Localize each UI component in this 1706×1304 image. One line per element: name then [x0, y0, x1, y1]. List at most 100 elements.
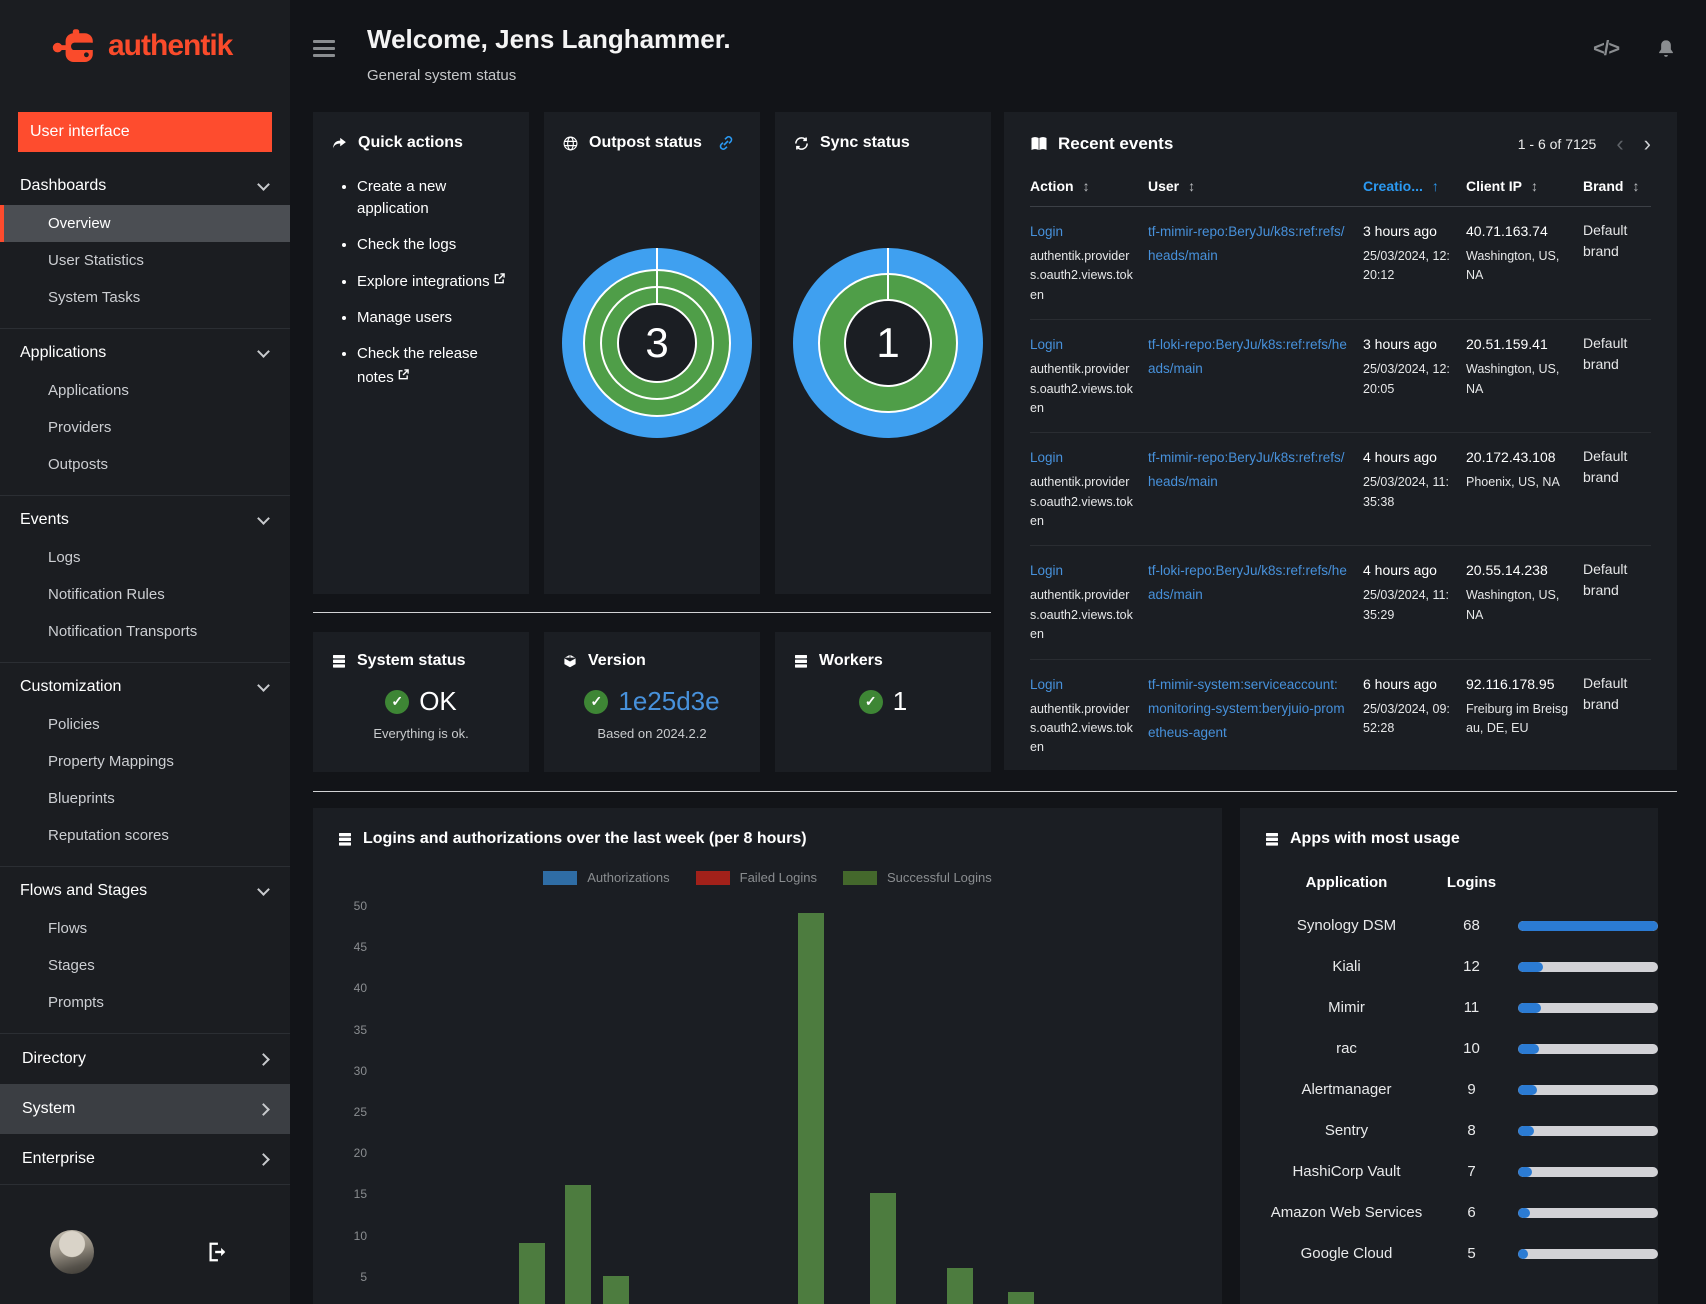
column-header-creation[interactable]: Creatio... ↑	[1363, 178, 1466, 194]
sidebar-section-applications[interactable]: Applications	[0, 329, 290, 372]
quick-action-release-notes[interactable]: Check the release notes	[357, 345, 478, 386]
app-login-count: 68	[1463, 917, 1480, 934]
sidebar-section-customization[interactable]: Customization	[0, 663, 290, 706]
sidebar-item-system-tasks[interactable]: System Tasks	[0, 279, 290, 316]
avatar[interactable]	[50, 1230, 94, 1274]
pagination-prev-icon[interactable]: ‹	[1616, 133, 1623, 155]
sidebar-section-dashboards[interactable]: Dashboards	[0, 162, 290, 205]
chart-bar-successful-logins	[797, 913, 824, 1304]
workers-card: Workers ✓ 1	[775, 632, 991, 772]
event-row: Login authentik.providers.oauth2.views.to…	[1030, 320, 1651, 434]
quick-actions-list: Create a new application Check the logs …	[341, 176, 511, 388]
apps-column-logins: Logins	[1446, 874, 1497, 891]
top-bar: Welcome, Jens Langhammer. General system…	[313, 0, 1677, 112]
sidebar-item-user-statistics[interactable]: User Statistics	[0, 242, 290, 279]
y-axis-tick-label: 35	[353, 1022, 367, 1037]
pagination-next-icon[interactable]: ›	[1644, 133, 1651, 155]
outpost-status-donut: 3	[562, 248, 752, 438]
event-action-link[interactable]: Login	[1030, 450, 1063, 465]
sidebar-section-events[interactable]: Events	[0, 496, 290, 539]
sidebar-item-applications[interactable]: Applications	[0, 372, 290, 409]
pagination-range: 1 - 6 of 7125	[1517, 136, 1597, 152]
quick-actions-title: Quick actions	[358, 134, 463, 151]
logins-chart-card: Logins and authorizations over the last …	[313, 808, 1222, 1304]
system-status-value: OK	[419, 686, 457, 716]
sidebar-item-stages[interactable]: Stages	[0, 947, 290, 984]
nav-group-applications: Applications Applications Providers Outp…	[0, 328, 290, 495]
sidebar-item-prompts[interactable]: Prompts	[0, 984, 290, 1021]
event-action-link[interactable]: Login	[1030, 677, 1063, 692]
sidebar-item-property-mappings[interactable]: Property Mappings	[0, 743, 290, 780]
sidebar-section-directory[interactable]: Directory	[0, 1034, 290, 1084]
y-axis-tick-label: 45	[353, 940, 367, 955]
quick-action-check-logs[interactable]: Check the logs	[357, 236, 456, 253]
sidebar-item-overview[interactable]: Overview	[0, 205, 290, 242]
recent-events-title: Recent events	[1058, 134, 1174, 153]
nav-group-enterprise: Enterprise	[0, 1134, 290, 1185]
sidebar-item-logs[interactable]: Logs	[0, 539, 290, 576]
app-name: rac	[1336, 1040, 1357, 1057]
sidebar-item-notification-rules[interactable]: Notification Rules	[0, 576, 290, 613]
event-user-link[interactable]: tf-loki-repo:BeryJu/k8s:ref:refs/heads/m…	[1148, 337, 1347, 376]
app-usage-bar	[1518, 1248, 1658, 1259]
sidebar-section-system[interactable]: System	[0, 1084, 290, 1134]
app-usage-bar	[1518, 1084, 1658, 1095]
sidebar-item-blueprints[interactable]: Blueprints	[0, 780, 290, 817]
y-axis-tick-label: 15	[353, 1187, 367, 1202]
sidebar-section-enterprise[interactable]: Enterprise	[0, 1134, 290, 1184]
user-interface-button[interactable]: User interface	[18, 112, 272, 152]
event-user-link[interactable]: tf-mimir-system:serviceaccount:monitorin…	[1148, 677, 1345, 740]
check-circle-icon: ✓	[385, 689, 410, 714]
recent-events-card: Recent events 1 - 6 of 7125 ‹ › Action ↕ …	[1004, 112, 1677, 770]
column-header-action[interactable]: Action ↕	[1030, 178, 1148, 194]
sidebar-item-flows[interactable]: Flows	[0, 910, 290, 947]
sidebar-item-outposts[interactable]: Outposts	[0, 446, 290, 483]
notifications-bell-icon[interactable]	[1655, 38, 1677, 60]
outpost-icon	[563, 136, 578, 150]
quick-action-explore-integrations[interactable]: Explore integrations	[357, 273, 490, 290]
event-action-link[interactable]: Login	[1030, 224, 1063, 239]
app-name: Synology DSM	[1296, 917, 1397, 934]
y-axis-tick-label: 30	[353, 1063, 367, 1078]
apps-usage-table: Application Logins Synology DSM 68 Kiali…	[1264, 874, 1658, 1274]
event-user-link[interactable]: tf-mimir-repo:BeryJu/k8s:ref:refs/heads/…	[1148, 224, 1345, 263]
column-header-client-ip[interactable]: Client IP ↕	[1466, 178, 1583, 194]
api-code-icon[interactable]: </>	[1593, 38, 1620, 61]
sidebar-nav: Dashboards Overview User Statistics Syst…	[0, 162, 290, 1185]
link-icon[interactable]	[718, 135, 734, 151]
event-action-link[interactable]: Login	[1030, 563, 1063, 578]
column-header-user[interactable]: User ↕	[1148, 178, 1363, 194]
event-action-link[interactable]: Login	[1030, 337, 1063, 352]
logout-icon[interactable]	[206, 1241, 228, 1263]
event-user-link[interactable]: tf-loki-repo:BeryJu/k8s:ref:refs/heads/m…	[1148, 563, 1347, 602]
event-user-link[interactable]: tf-mimir-repo:BeryJu/k8s:ref:refs/heads/…	[1148, 450, 1345, 489]
app-name: Alertmanager	[1301, 1081, 1392, 1098]
sidebar-item-policies[interactable]: Policies	[0, 706, 290, 743]
system-status-title: System status	[357, 652, 466, 669]
column-header-brand[interactable]: Brand ↕	[1583, 178, 1651, 194]
event-row: Login authentik.providers.oauth2.views.to…	[1030, 546, 1651, 660]
chart-bar-successful-logins	[1008, 1292, 1035, 1304]
sidebar-item-notification-transports[interactable]: Notification Transports	[0, 613, 290, 650]
y-axis-tick-label: 25	[353, 1105, 367, 1119]
app-usage-bar	[1518, 1166, 1658, 1177]
sync-icon	[795, 136, 808, 150]
page-subtitle: General system status	[367, 67, 517, 84]
chevron-down-icon	[257, 678, 270, 692]
app-usage-bar	[1518, 1207, 1658, 1218]
quick-action-create-application[interactable]: Create a new application	[357, 178, 446, 217]
sidebar-item-reputation-scores[interactable]: Reputation scores	[0, 817, 290, 854]
chevron-right-icon	[257, 1102, 270, 1116]
nav-group-directory: Directory	[0, 1033, 290, 1084]
version-value-link[interactable]: 1e25d3e	[618, 686, 719, 717]
quick-action-manage-users[interactable]: Manage users	[357, 309, 452, 326]
sidebar-section-flows-and-stages[interactable]: Flows and Stages	[0, 867, 290, 910]
check-circle-icon: ✓	[858, 689, 883, 714]
sidebar-item-providers[interactable]: Providers	[0, 409, 290, 446]
system-status-card: System status ✓ OK Everything is ok.	[313, 632, 529, 772]
quick-actions-card: Quick actions Create a new application C…	[313, 112, 529, 594]
chart-bar-successful-logins	[870, 1193, 897, 1304]
sync-count: 1	[876, 319, 900, 366]
legend-swatch-authorizations	[543, 870, 578, 885]
hamburger-menu-icon[interactable]	[313, 40, 335, 112]
